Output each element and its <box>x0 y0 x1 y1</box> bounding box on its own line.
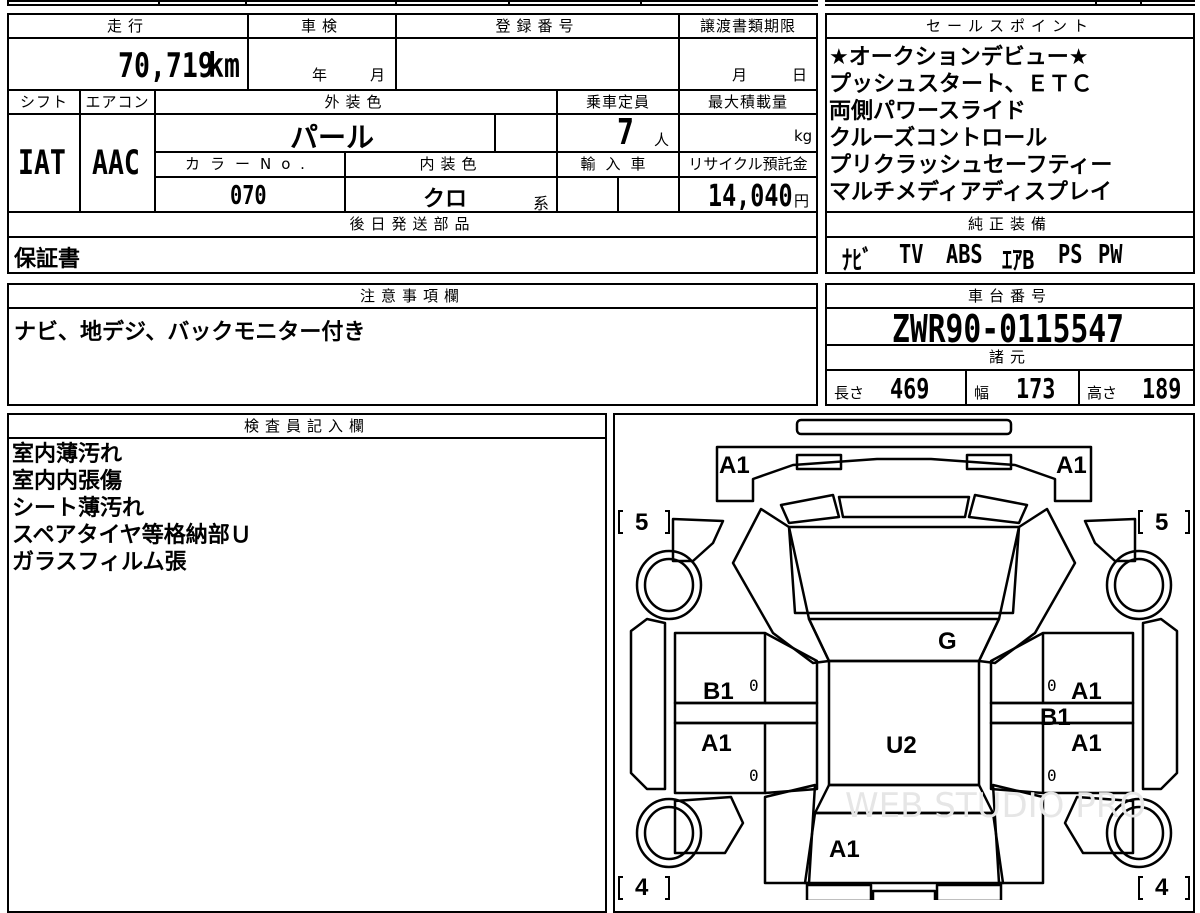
sales-point-line: マルチメディアディスプレイ <box>829 180 1112 205</box>
spec-width-value: 173 <box>1016 372 1056 405</box>
mileage-unit: km <box>208 46 240 86</box>
interior-color-value: クロ <box>423 187 468 212</box>
equipment-item: ABS <box>946 240 983 270</box>
sales-point-line: プッシュスタート、ＥＴＣ <box>829 72 1093 97</box>
inspector-notes-list: 室内薄汚れ 室内内張傷 シート薄汚れ スペアタイヤ等格納部Ｕ ガラスフィルム張 <box>12 441 252 576</box>
capacity-value: 7 <box>617 112 634 153</box>
watermark: WEB STUDIO PRO <box>845 786 1147 826</box>
notes-header: 注意事項欄 <box>9 285 816 307</box>
header-max-load: 最大積載量 <box>680 91 816 113</box>
inspector-note-line: スペアタイヤ等格納部Ｕ <box>12 523 252 548</box>
load-unit: kg <box>794 127 813 145</box>
sales-points-header: セールスポイント <box>827 15 1193 37</box>
recycle-unit: 円 <box>794 192 810 210</box>
header-capacity: 乗車定員 <box>558 91 678 113</box>
color-no-value: 070 <box>230 181 267 211</box>
equipment-item: PW <box>1098 240 1123 270</box>
chassis-number: ZWR90-0115547 <box>892 307 1124 351</box>
damage-mark-left-front-door: B1 <box>703 678 734 705</box>
damage-mark-right-b: B1 <box>1040 704 1071 731</box>
tire-front-right: 5 <box>1155 509 1169 536</box>
inspection-year-unit: 年 <box>312 66 328 84</box>
door-mark-lr: 0 <box>749 766 759 785</box>
tire-front-left: 5 <box>635 509 649 536</box>
equipment-item: TV <box>899 240 924 270</box>
spec-width-label: 幅 <box>974 384 990 402</box>
sales-point-line: ★オークションデビュー★ <box>829 45 1089 70</box>
inspector-header: 検査員記入欄 <box>9 415 605 437</box>
tire-rear-right: 4 <box>1155 874 1169 901</box>
door-mark-lf: 0 <box>749 676 759 695</box>
damage-mark-front-left: A1 <box>719 452 750 479</box>
header-recycle: リサイクル預託金 <box>680 153 816 175</box>
tire-rear-left: 4 <box>635 874 649 901</box>
spec-height-label: 高さ <box>1087 384 1118 402</box>
door-mark-rf: 0 <box>1047 676 1057 695</box>
interior-color-suffix: 系 <box>533 194 550 213</box>
equipment-item: ｴｱB <box>1002 246 1035 276</box>
header-import: 輸入車 <box>558 153 678 175</box>
shift-value: IAT <box>18 143 66 183</box>
door-mark-rr: 0 <box>1047 766 1057 785</box>
header-interior-color: 内装色 <box>346 153 556 175</box>
spec-length-label: 長さ <box>834 384 865 402</box>
car-body-diagram <box>618 418 1190 900</box>
inspector-note-line: シート薄汚れ <box>12 496 145 521</box>
damage-mark-windshield: G <box>938 628 957 655</box>
mileage-value: 70,719 <box>118 46 214 86</box>
equipment-item: ﾅﾋﾞ <box>842 246 873 276</box>
inspector-note-line: ガラスフィルム張 <box>12 550 187 575</box>
damage-mark-roof: U2 <box>886 732 917 759</box>
top-edge-line <box>7 0 818 2</box>
specs-header: 諸元 <box>827 346 1193 368</box>
damage-mark-front-right: A1 <box>1056 452 1087 479</box>
inspector-note-line: 室内薄汚れ <box>12 442 123 467</box>
inspection-month-unit: 月 <box>370 66 386 84</box>
sales-point-line: プリクラッシュセーフティー <box>829 153 1113 178</box>
header-later-parts: 後日発送部品 <box>9 213 816 235</box>
chassis-header: 車台番号 <box>827 285 1193 307</box>
aircon-value: AAC <box>92 143 140 183</box>
damage-mark-right-rear-door: A1 <box>1071 730 1102 757</box>
header-inspection: 車検 <box>249 15 395 37</box>
header-mileage: 走行 <box>9 15 247 37</box>
sales-point-line: クルーズコントロール <box>829 126 1048 151</box>
damage-mark-left-rear-door: A1 <box>701 730 732 757</box>
exterior-color-value: パール <box>290 121 375 154</box>
spec-length-value: 469 <box>890 372 930 405</box>
notes-text: ナビ、地デジ、バックモニター付き <box>14 320 366 345</box>
damage-mark-rear: A1 <box>829 836 860 863</box>
damage-mark-right-front-door: A1 <box>1071 678 1102 705</box>
sales-point-line: 両側パワースライド <box>829 99 1026 124</box>
header-exterior-color: 外装色 <box>156 91 556 113</box>
header-transfer-deadline: 譲渡書類期限 <box>680 15 816 37</box>
later-parts-value: 保証書 <box>14 247 81 272</box>
sales-points-list: ★オークションデビュー★ プッシュスタート、ＥＴＣ 両側パワースライド クルーズ… <box>829 44 1193 206</box>
deadline-month-unit: 月 <box>732 66 748 84</box>
capacity-unit: 人 <box>654 131 670 149</box>
header-shift: シフト <box>9 91 79 113</box>
spec-height-value: 189 <box>1142 372 1182 405</box>
genuine-equipment-header: 純正装備 <box>827 213 1193 235</box>
inspector-note-line: 室内内張傷 <box>12 469 123 494</box>
deadline-day-unit: 日 <box>792 66 808 84</box>
header-registration: 登録番号 <box>397 15 678 37</box>
header-color-no: カラーNo. <box>156 153 344 175</box>
equipment-item: PS <box>1058 240 1083 270</box>
recycle-value: 14,040 <box>708 179 793 214</box>
header-aircon: エアコン <box>81 91 154 113</box>
